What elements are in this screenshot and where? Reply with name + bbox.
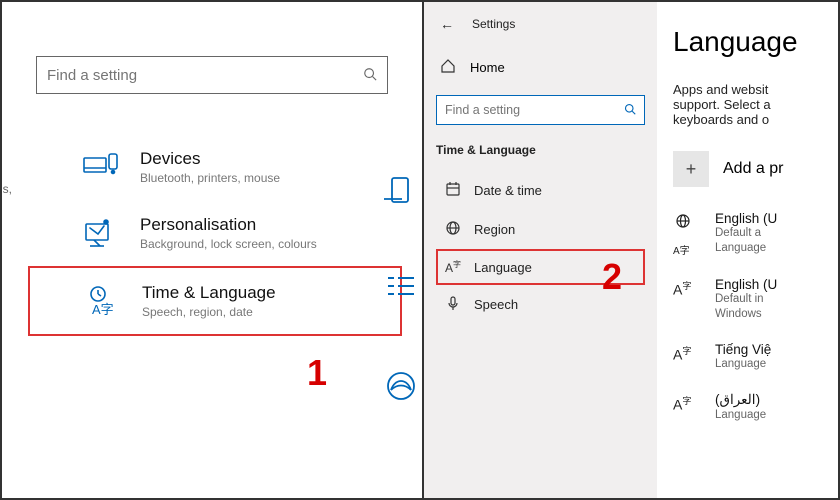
sidebar-item-label: Home: [470, 60, 505, 75]
add-language-row[interactable]: + Add a pr: [673, 151, 838, 187]
datetime-icon: [444, 181, 462, 200]
home-icon: [440, 58, 456, 77]
sidebar-search-input[interactable]: [445, 103, 624, 117]
settings-home-panel: ns, Devices Bluetooth, printers, mouse: [2, 2, 422, 498]
add-language-button[interactable]: +: [673, 151, 709, 187]
settings-sidebar: ← Settings Home Time & Language: [424, 2, 657, 498]
category-subtitle: Speech, region, date: [142, 305, 276, 319]
sidebar-item-datetime[interactable]: Date & time: [436, 171, 645, 210]
svg-text:A字: A字: [92, 302, 114, 317]
language-settings-panel: ← Settings Home Time & Language: [424, 2, 838, 498]
back-icon[interactable]: ←: [440, 16, 454, 32]
annotation-marker-2: 2: [602, 256, 622, 298]
language-description: Apps and websit support. Select a keyboa…: [673, 82, 838, 127]
category-title: Personalisation: [140, 215, 317, 235]
sidebar-item-label: Speech: [474, 297, 518, 312]
category-title: Devices: [140, 149, 280, 169]
search-input[interactable]: [47, 67, 363, 84]
category-subtitle: Background, lock screen, colours: [140, 237, 317, 251]
lang-pack-icon: A字: [673, 277, 701, 322]
annotation-marker-1: 1: [307, 352, 327, 394]
language-item[interactable]: A字 (العراق) Language: [673, 392, 838, 423]
language-content: Language Apps and websit support. Select…: [657, 2, 838, 498]
language-item[interactable]: A字 English (U Default a Language: [673, 211, 838, 257]
page-title: Language: [673, 26, 838, 58]
search-icon: [624, 103, 636, 118]
add-language-label: Add a pr: [723, 160, 783, 178]
category-time-language[interactable]: A字 Time & Language Speech, region, date: [28, 266, 402, 336]
settings-header: Settings: [472, 17, 515, 31]
category-devices[interactable]: Devices Bluetooth, printers, mouse: [2, 134, 402, 200]
globe-lang-icon: A字: [673, 211, 701, 257]
sidebar-item-home[interactable]: Home: [436, 52, 645, 83]
category-subtitle: Bluetooth, printers, mouse: [140, 171, 280, 185]
sidebar-item-label: Region: [474, 222, 515, 237]
sidebar-search[interactable]: [436, 95, 645, 125]
sidebar-item-label: Date & time: [474, 183, 542, 198]
category-title: Time & Language: [142, 283, 276, 303]
sidebar-item-label: Language: [474, 260, 532, 275]
phone-icon: [384, 176, 418, 204]
language-item[interactable]: A字 Tiếng Việ Language: [673, 342, 838, 372]
lang-pack-icon: A字: [673, 392, 701, 423]
search-icon: [363, 67, 377, 84]
region-icon: [444, 220, 462, 239]
category-personalisation[interactable]: Personalisation Background, lock screen,…: [2, 200, 402, 266]
lang-pack-icon: A字: [673, 342, 701, 372]
speech-icon: [444, 295, 462, 314]
time-language-icon: A字: [84, 282, 122, 320]
settings-peek-column: [380, 2, 422, 498]
personalisation-icon: [82, 214, 120, 252]
sidebar-section-label: Time & Language: [436, 143, 645, 157]
gaming-icon: [385, 370, 417, 402]
search-input-container[interactable]: [36, 56, 388, 94]
apps-icon: [384, 274, 418, 300]
devices-icon: [82, 148, 120, 186]
sidebar-item-region[interactable]: Region: [436, 210, 645, 249]
language-icon: A字: [444, 259, 462, 275]
language-item[interactable]: A字 English (U Default in Windows: [673, 277, 838, 322]
